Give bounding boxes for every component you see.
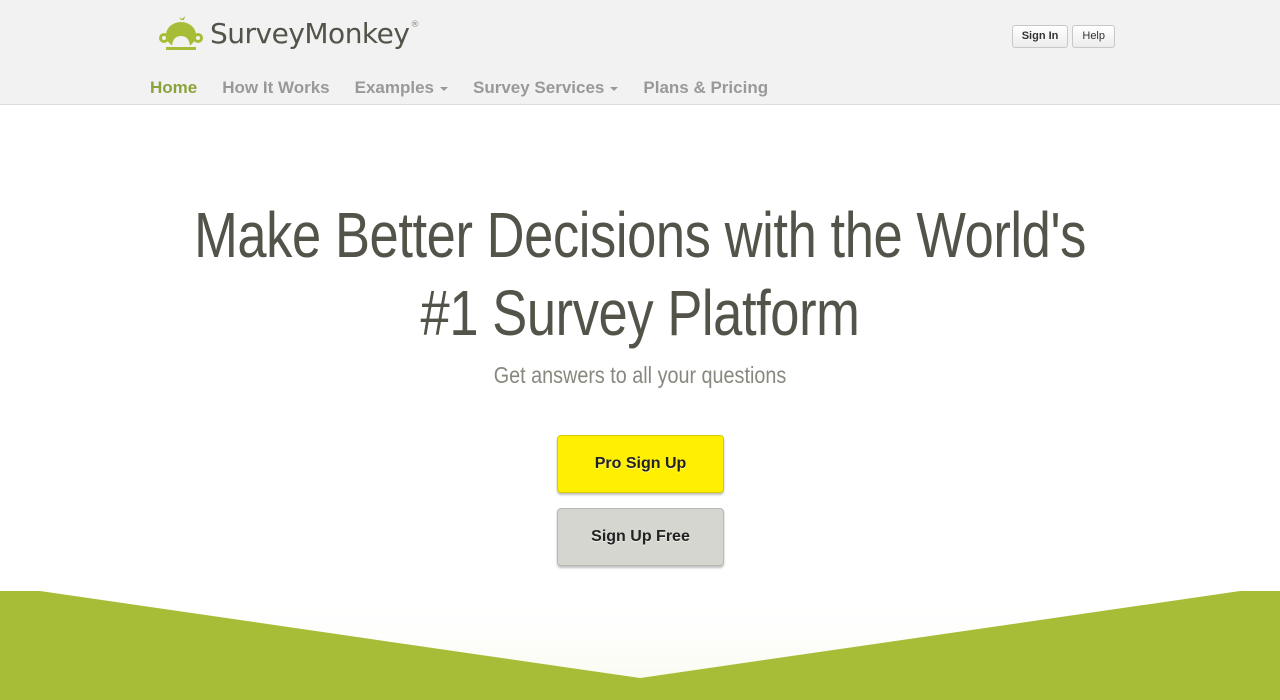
hero-subtitle: Get answers to all your questions bbox=[493, 362, 787, 388]
sign-up-free-button[interactable]: Sign Up Free bbox=[557, 508, 724, 566]
monkey-logo-icon bbox=[159, 16, 203, 50]
green-chevron-band bbox=[0, 591, 1280, 700]
hero-section: Make Better Decisions with the World's #… bbox=[0, 196, 1280, 389]
surveymonkey-logo[interactable]: SurveyMonkey® bbox=[158, 16, 419, 52]
hero-title: Make Better Decisions with the World's #… bbox=[115, 196, 1165, 352]
nav-item-examples[interactable]: Examples bbox=[355, 78, 448, 98]
nav-item-survey-services[interactable]: Survey Services bbox=[473, 78, 619, 98]
help-button[interactable]: Help bbox=[1072, 25, 1115, 48]
nav-item-how-it-works[interactable]: How It Works bbox=[222, 78, 329, 98]
nav-item-label: Home bbox=[150, 78, 198, 97]
hero-title-line1: Make Better Decisions with the World's bbox=[194, 199, 1086, 271]
nav-item-home[interactable]: Home bbox=[150, 78, 197, 98]
top-header: SurveyMonkey® Sign In Help Home How It W… bbox=[0, 0, 1280, 105]
nav-item-label: Survey Services bbox=[473, 78, 605, 97]
nav-item-label: How It Works bbox=[222, 78, 330, 97]
sign-in-button[interactable]: Sign In bbox=[1011, 25, 1069, 48]
main-nav: Home How It Works Examples Survey Servic… bbox=[150, 78, 793, 98]
registered-mark: ® bbox=[410, 19, 419, 30]
hero-title-line2: #1 Survey Platform bbox=[420, 277, 860, 349]
caret-down-icon bbox=[610, 87, 619, 91]
nav-item-label: Examples bbox=[354, 78, 434, 97]
nav-item-label: Plans & Pricing bbox=[643, 78, 769, 97]
nav-item-plans-pricing[interactable]: Plans & Pricing bbox=[643, 78, 768, 98]
pro-sign-up-button[interactable]: Pro Sign Up bbox=[557, 435, 724, 493]
utility-links: Sign In Help bbox=[1011, 25, 1115, 48]
caret-down-icon bbox=[440, 87, 448, 91]
logo-wordmark: SurveyMonkey® bbox=[210, 17, 419, 50]
